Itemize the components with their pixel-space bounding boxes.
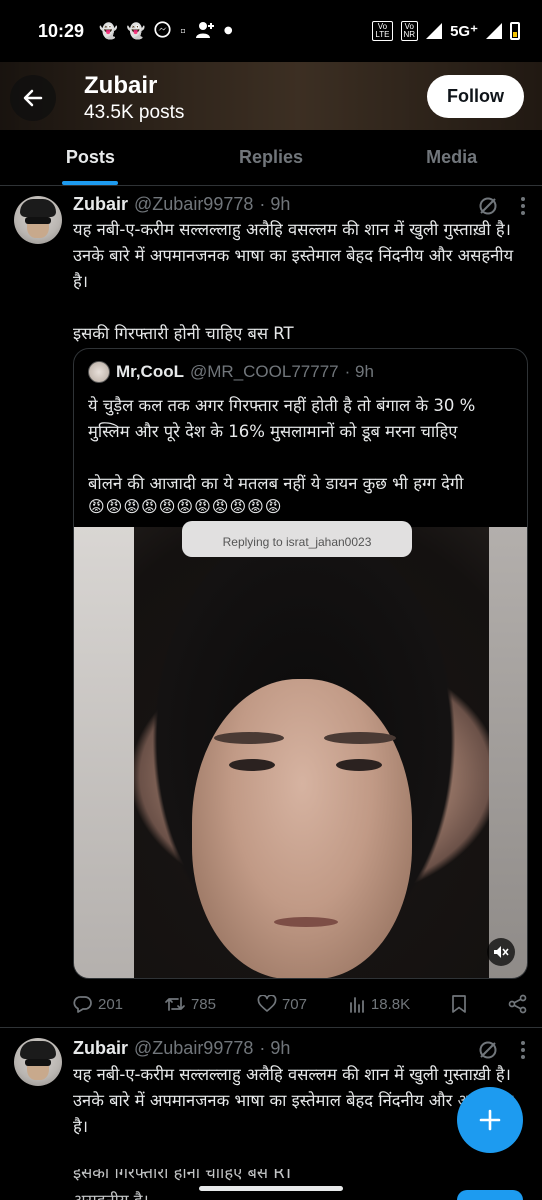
bookmark-button[interactable] <box>451 994 467 1014</box>
more-options-icon[interactable] <box>520 196 526 216</box>
quoted-author-handle: @MR_COOL77777 <box>190 362 339 381</box>
tab-replies[interactable]: Replies <box>181 130 362 185</box>
add-person-icon <box>195 21 215 42</box>
quoted-emoji-row: 😡😡😡😡😡😡😡😡😡😡😡 <box>88 497 283 516</box>
mute-button[interactable] <box>487 938 515 966</box>
plus-icon <box>479 1109 501 1131</box>
status-bar: 10:29 👻 👻 ▫ ● Vo LTE Vo NR 5G⁺ <box>0 0 542 62</box>
heart-icon <box>257 995 277 1012</box>
reply-button[interactable]: 201 <box>73 994 123 1014</box>
quoted-author-name: Mr,CooL <box>116 362 184 381</box>
quoted-video[interactable]: Replying to israt_jahan0023 <box>74 521 527 978</box>
muted-speaker-icon <box>494 946 509 958</box>
back-arrow-icon <box>23 89 43 107</box>
tweet-text: यह नबी-ए-करीम सल्लल्लाहु अलैहि वसल्लम की… <box>73 220 514 343</box>
share-button[interactable] <box>508 994 528 1014</box>
avatar[interactable] <box>14 1038 62 1086</box>
back-button[interactable] <box>10 75 56 121</box>
repost-button[interactable]: 785 <box>164 994 216 1014</box>
sim2-badge: Vo NR <box>400 21 419 41</box>
gesture-bar[interactable] <box>199 1186 343 1191</box>
quoted-time: · 9h <box>344 362 374 381</box>
quoted-text: ये चुड़ैल कल तक अगर गिरफ्तार नहीं होती ह… <box>88 396 476 493</box>
status-time: 10:29 <box>38 20 85 41</box>
secondary-fab[interactable] <box>457 1190 523 1200</box>
dot-icon: ● <box>223 25 233 36</box>
tweet-author-name[interactable]: Zubair <box>73 194 128 215</box>
sim1-badge: Vo LTE <box>372 21 393 41</box>
profile-name: Zubair <box>84 72 158 99</box>
tweet-time: · 9h <box>259 194 291 214</box>
tweet[interactable]: Zubair @Zubair99778 · 9h यह नबी-ए-करीम स… <box>0 186 542 1026</box>
tweet-text-partial-2: असहनीय है। <box>73 1188 193 1200</box>
app-notification-icon: ▫ <box>180 26 186 35</box>
view-count: 18.8K <box>370 995 411 1013</box>
signal-icon <box>426 23 443 39</box>
share-icon <box>508 994 527 1014</box>
posts-count: 43.5K posts <box>84 102 185 123</box>
tab-media[interactable]: Media <box>361 130 542 185</box>
views-button[interactable]: 18.8K <box>348 995 410 1013</box>
messenger-icon <box>154 21 171 41</box>
avatar[interactable] <box>14 196 62 244</box>
tweet-time: · 9h <box>259 1038 291 1058</box>
profile-header: Zubair 43.5K posts Follow <box>0 62 542 130</box>
compose-button[interactable] <box>457 1087 523 1153</box>
more-options-icon[interactable] <box>520 1040 526 1060</box>
quoted-tweet[interactable]: Mr,CooL @MR_COOL77777 · 9h ये चुड़ैल कल … <box>73 348 528 979</box>
grok-icon[interactable] <box>478 1040 498 1060</box>
tweet-author-name[interactable]: Zubair <box>73 1038 128 1059</box>
video-reply-overlay: Replying to israt_jahan0023 <box>182 521 412 557</box>
snapchat-icon-2: 👻 <box>126 21 146 40</box>
grok-icon[interactable] <box>478 196 498 216</box>
repost-count: 785 <box>190 995 216 1013</box>
quoted-avatar <box>88 361 110 383</box>
snapchat-icon: 👻 <box>99 21 118 40</box>
battery-icon <box>510 22 520 40</box>
network-type: 5G⁺ <box>450 23 478 40</box>
reply-count: 201 <box>98 995 124 1013</box>
like-button[interactable]: 707 <box>257 995 307 1013</box>
bookmark-icon <box>452 995 466 1013</box>
reply-icon <box>73 996 92 1013</box>
signal-icon-2 <box>486 23 502 39</box>
tab-posts[interactable]: Posts <box>0 130 181 185</box>
like-count: 707 <box>281 995 307 1013</box>
profile-tabs: Posts Replies Media <box>0 130 542 186</box>
tweet-author-handle[interactable]: @Zubair99778 <box>134 1038 253 1059</box>
follow-button[interactable]: Follow <box>427 75 524 118</box>
tweet-author-handle[interactable]: @Zubair99778 <box>134 194 253 215</box>
views-icon <box>350 997 364 1013</box>
repost-icon <box>165 997 185 1011</box>
